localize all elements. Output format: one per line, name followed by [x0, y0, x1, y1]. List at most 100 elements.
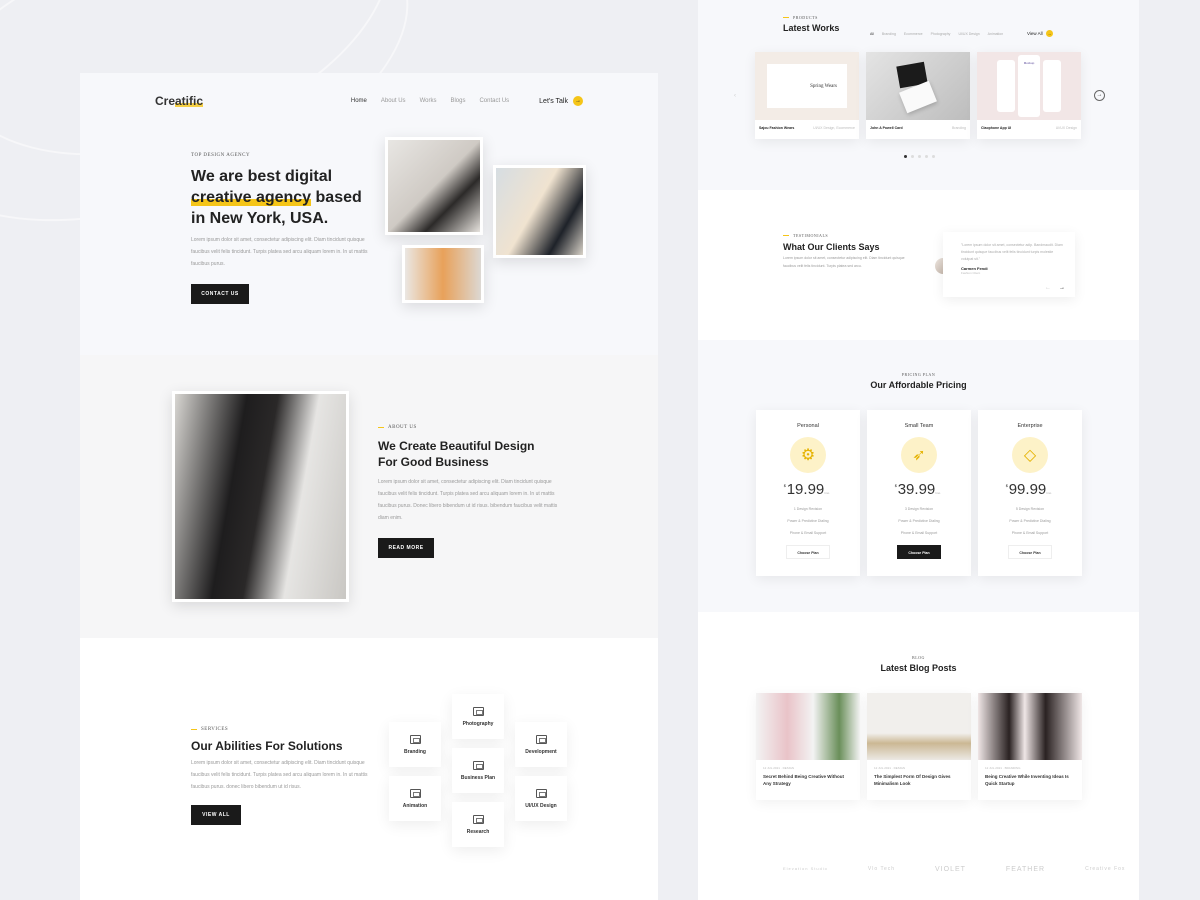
- service-uiux[interactable]: UI/UX Design: [515, 776, 567, 821]
- plan-price: $99.99/mo: [1006, 481, 1052, 498]
- plan-feature: Power & Predictive Dialing: [1009, 519, 1051, 523]
- testimonials-eyebrow-label: Testimonials: [793, 233, 829, 238]
- filter-all[interactable]: All: [870, 32, 874, 36]
- hero-photo-3: [402, 245, 484, 303]
- view-all-works-link[interactable]: View All →: [1027, 30, 1053, 37]
- plan-feature: Phone & Email Support: [1011, 531, 1049, 535]
- work-card[interactable]: John A Powell Card Branding: [866, 52, 970, 139]
- blog-card[interactable]: 12 JUL 2021 · BRANDING Being Creative Wh…: [978, 693, 1082, 800]
- diamond-icon: ◇: [1012, 437, 1048, 473]
- service-label: Branding: [404, 748, 426, 755]
- price-value: 99.99: [1008, 481, 1047, 498]
- blog-image: [978, 693, 1082, 760]
- pager-dot[interactable]: [932, 155, 935, 158]
- filter-ecommerce[interactable]: Ecommerce: [904, 32, 923, 36]
- blog-card[interactable]: 12 JUL 2021 · DESIGN The Simplest Form O…: [867, 693, 971, 800]
- plan-feature: Phone & Email Support: [900, 531, 938, 535]
- nav-about[interactable]: About Us: [381, 98, 406, 104]
- price-value: 39.99: [897, 481, 936, 498]
- testimonials-eyebrow: Testimonials: [783, 233, 913, 238]
- carousel-next-icon[interactable]: →: [1094, 90, 1105, 101]
- price-period: /mo: [824, 491, 830, 495]
- nav-blogs[interactable]: Blogs: [450, 98, 465, 104]
- hero-title-line3: in New York, USA.: [191, 210, 329, 227]
- brand-logo: Vlo Tech: [867, 866, 896, 872]
- blog-post-title: Being Creative While Inventing Ideas Is …: [985, 774, 1069, 786]
- research-icon: [472, 814, 484, 824]
- hero-title: We are best digital creative agency base…: [191, 166, 371, 229]
- plan-feature: 1 Design Revision: [793, 507, 823, 511]
- filter-photography[interactable]: Photography: [931, 32, 951, 36]
- choose-plan-button[interactable]: Choose Plan: [786, 545, 830, 559]
- nav-home[interactable]: Home: [351, 98, 367, 104]
- hero-title-line1: We are best digital: [191, 168, 333, 185]
- plan-feature: Phone & Email Support: [789, 531, 827, 535]
- choose-plan-button[interactable]: Choose Plan: [1008, 545, 1052, 559]
- pricing-eyebrow: Pricing Plan: [901, 372, 936, 377]
- service-research[interactable]: Research: [452, 802, 504, 847]
- service-photography[interactable]: Photography: [452, 694, 504, 739]
- services-title: Our Abilities For Solutions: [191, 739, 343, 753]
- lets-talk-button[interactable]: Let's Talk →: [539, 96, 583, 106]
- service-business-plan[interactable]: Business Plan: [452, 748, 504, 793]
- services-text: Lorem ipsum dolor sit amet, consectetur …: [191, 760, 368, 790]
- pager-dot[interactable]: [918, 155, 921, 158]
- carousel-prev-icon[interactable]: ‹: [734, 93, 736, 99]
- about-eyebrow: About Us: [378, 425, 558, 430]
- testimonial-nav: ← →: [1045, 285, 1065, 291]
- blog-image: [756, 693, 860, 760]
- testimonial-quote: "Lorem ipsum dolor sit amet, consectetur…: [961, 243, 1063, 261]
- service-development[interactable]: Development: [515, 722, 567, 767]
- work-caption: Claophone App UI UI/UX Design: [977, 120, 1081, 136]
- service-animation[interactable]: Animation: [389, 776, 441, 821]
- work-card[interactable]: Spring Wears Sajou Fashion Wears UI/UX De…: [755, 52, 859, 139]
- work-card[interactable]: Mockup Claophone App UI UI/UX Design: [977, 52, 1081, 139]
- plan-feature: 5 Design Revision: [1015, 507, 1045, 511]
- service-label: Development: [525, 748, 557, 755]
- work-caption: John A Powell Card Branding: [866, 120, 970, 136]
- animation-icon: [409, 788, 421, 798]
- gear-icon: ⚙: [790, 437, 826, 473]
- pricing-title: Our Affordable Pricing: [870, 380, 967, 390]
- pricing-card-personal: Personal ⚙ $19.99/mo 1 Design Revision P…: [756, 410, 860, 576]
- logo[interactable]: Creatific: [155, 94, 204, 108]
- nav-works[interactable]: Works: [420, 98, 437, 104]
- arrow-right-icon: →: [573, 96, 583, 106]
- pager-dot[interactable]: [925, 155, 928, 158]
- contact-us-button[interactable]: Contact Us: [191, 284, 249, 304]
- choose-plan-button[interactable]: Choose Plan: [897, 545, 941, 559]
- pager-dot[interactable]: [904, 155, 907, 158]
- nav-menu: Home About Us Works Blogs Contact Us: [351, 98, 509, 104]
- blog-card[interactable]: 12 JUL 2021 · DESIGN Secret Behind Being…: [756, 693, 860, 800]
- service-label: Photography: [462, 720, 494, 727]
- work-tag: UI/UX Design, Ecommerce: [813, 126, 855, 130]
- arrow-left-icon[interactable]: ←: [1045, 285, 1051, 291]
- arrow-right-icon[interactable]: →: [1059, 285, 1065, 291]
- testimonials-content: Testimonials What Our Clients Says Lorem…: [783, 233, 913, 270]
- work-thumbnail: Mockup: [977, 52, 1081, 120]
- service-branding[interactable]: Branding: [389, 722, 441, 767]
- brand-logo: FEATHER: [1005, 866, 1046, 873]
- works-eyebrow-label: Products: [793, 15, 818, 20]
- blog-title: Latest Blog Posts: [880, 663, 957, 673]
- design-icon: [535, 788, 547, 798]
- view-all-label: View All: [1027, 31, 1043, 36]
- right-page: Products Latest Works All Branding Ecomm…: [698, 0, 1139, 900]
- work-thumb-text: Mockup: [1018, 55, 1040, 117]
- pager-dot[interactable]: [911, 155, 914, 158]
- work-thumbnail: Spring Wears: [755, 52, 859, 120]
- nav-contact[interactable]: Contact Us: [479, 98, 509, 104]
- client-role: Fashion Client: [961, 271, 981, 275]
- view-all-services-button[interactable]: View All: [191, 805, 241, 825]
- filter-uiux[interactable]: UI/UX Design: [958, 32, 979, 36]
- work-title: John A Powell Card: [870, 126, 903, 130]
- filter-animation[interactable]: Animation: [988, 32, 1004, 36]
- read-more-button[interactable]: Read More: [378, 538, 434, 558]
- hero-title-line2: based: [311, 189, 362, 206]
- work-tag: UI/UX Design: [1055, 126, 1077, 130]
- brand-logo: Creative Fox: [1085, 866, 1126, 872]
- about-eyebrow-label: About Us: [388, 425, 417, 430]
- filter-branding[interactable]: Branding: [882, 32, 896, 36]
- code-icon: [535, 734, 547, 744]
- testimonials-title: What Our Clients Says: [783, 242, 880, 252]
